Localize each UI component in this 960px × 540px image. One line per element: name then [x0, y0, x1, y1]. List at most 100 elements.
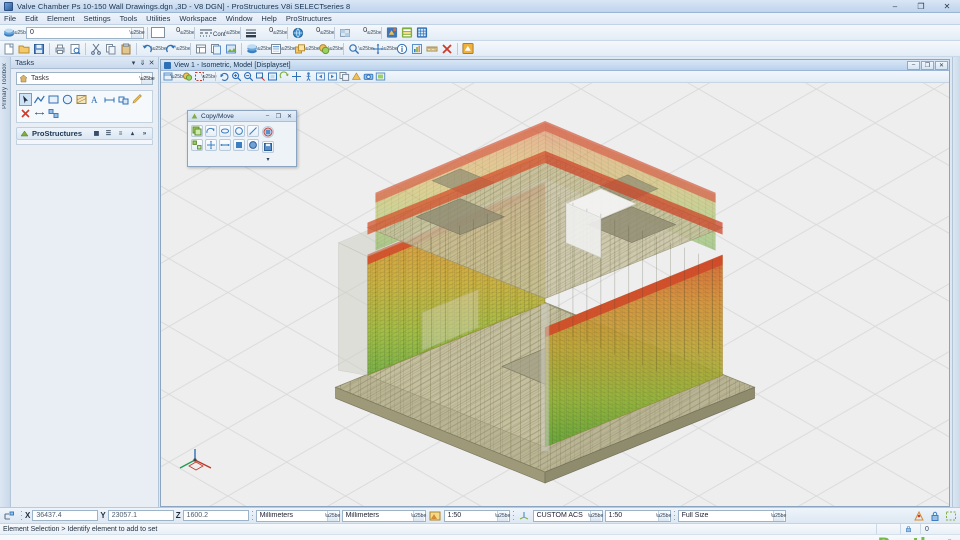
redo-caret[interactable]: \u25be	[175, 42, 190, 56]
zoom-in-icon[interactable]	[231, 71, 242, 82]
annotation-scale-icon[interactable]	[428, 509, 442, 523]
acs-scale-arrow[interactable]: \u25be	[656, 510, 671, 521]
rebar-tool-icon[interactable]	[415, 26, 429, 40]
line-style-icon[interactable]: Cont	[198, 26, 228, 40]
annotation-scale-combo[interactable]: 1:50 \u25be	[443, 509, 510, 522]
delete-icon[interactable]	[440, 42, 454, 56]
delete-copy-icon[interactable]	[262, 126, 274, 138]
level-symbology-caret[interactable]: \u25be	[13, 26, 28, 40]
view-detail-icon[interactable]: ≡	[116, 131, 125, 137]
view-clip-caret[interactable]: \u25be	[201, 71, 216, 82]
master-unit-arrow[interactable]: \u25be	[325, 510, 340, 521]
walk-view-icon[interactable]	[303, 71, 314, 82]
paste-icon[interactable]	[119, 42, 133, 56]
palette-maximize-button[interactable]: ❐	[273, 113, 284, 120]
palette-more-icon[interactable]: ▾	[266, 156, 269, 163]
color-caret[interactable]: \u25be	[179, 26, 194, 40]
mirror-tool-icon[interactable]	[233, 125, 245, 137]
rotate-view-icon[interactable]	[279, 71, 290, 82]
copy-icon[interactable]	[104, 42, 118, 56]
camera-icon[interactable]	[363, 71, 374, 82]
menu-item-settings[interactable]: Settings	[84, 14, 111, 23]
render-view-icon[interactable]	[351, 71, 362, 82]
place-circle-icon[interactable]	[61, 93, 74, 106]
view-next-icon[interactable]	[327, 71, 338, 82]
level-combo[interactable]: 0 \u25be	[26, 26, 145, 39]
menu-item-help[interactable]: Help	[261, 14, 276, 23]
line-style-caret[interactable]: \u25be	[225, 26, 240, 40]
view-list-icon[interactable]: ☰	[104, 130, 113, 137]
groups-icon[interactable]	[47, 107, 60, 120]
acs-combo-arrow[interactable]: \u25be	[588, 510, 603, 521]
acs-combo[interactable]: CUSTOM ACS \u25be	[532, 509, 603, 522]
coord-y-input[interactable]: 23057.1	[107, 510, 174, 521]
copy-tool-icon[interactable]	[191, 125, 203, 137]
analyze-icon[interactable]	[410, 42, 424, 56]
menu-item-tools[interactable]: Tools	[120, 14, 138, 23]
snap-mode-icon[interactable]	[912, 509, 926, 523]
menu-item-workspace[interactable]: Workspace	[179, 14, 216, 23]
rotate-tool-icon[interactable]	[219, 125, 231, 137]
menu-item-element[interactable]: Element	[47, 14, 75, 23]
fence-icon[interactable]	[944, 509, 958, 523]
locks-icon[interactable]	[928, 509, 942, 523]
level-manager-caret[interactable]: \u25be	[256, 42, 271, 56]
minimize-button[interactable]: –	[882, 0, 908, 13]
palette-minimize-button[interactable]: –	[262, 113, 273, 119]
coord-x-input[interactable]: 36437.4	[32, 510, 99, 521]
align-tool-icon[interactable]	[205, 139, 217, 151]
lock-status-cell[interactable]	[900, 523, 916, 535]
place-text-icon[interactable]: A	[89, 93, 102, 106]
menu-item-file[interactable]: File	[4, 14, 16, 23]
menu-item-prostructures[interactable]: ProStructures	[286, 14, 332, 23]
level-display-caret[interactable]: \u25be	[280, 42, 295, 56]
annotation-scale-arrow[interactable]: \u25be	[495, 510, 510, 521]
weight-caret[interactable]: \u25be	[272, 26, 287, 40]
copy-move-palette[interactable]: Copy/Move – ❐ ✕ ▾	[187, 110, 297, 167]
new-file-icon[interactable]	[2, 42, 16, 56]
place-smartline-icon[interactable]	[33, 93, 46, 106]
line-weight-icon[interactable]	[244, 26, 258, 40]
zoom-caret[interactable]: \u25be	[358, 42, 373, 56]
class-globe-icon[interactable]	[291, 26, 305, 40]
model-size-arrow[interactable]: \u25be	[771, 510, 786, 521]
raster-manager-icon[interactable]	[224, 42, 238, 56]
tasks-panel-menu-icon[interactable]: ▾	[129, 59, 138, 67]
select-tool-icon[interactable]	[247, 139, 259, 151]
level-combo-arrow[interactable]: \u25be	[129, 27, 145, 38]
stretch-tool-icon[interactable]	[219, 139, 231, 151]
info-icon[interactable]	[395, 42, 409, 56]
acs-lock-icon[interactable]	[2, 509, 16, 523]
coord-z-input[interactable]: 1600.2	[182, 510, 249, 521]
element-selection-icon[interactable]	[19, 93, 32, 106]
tasks-panel-pin-icon[interactable]: ⇓	[138, 59, 147, 67]
view-minimize-button[interactable]: –	[907, 60, 920, 70]
prostructures-section-header[interactable]: ProStructures ▦ ☰ ≡ ▴ »	[16, 127, 153, 140]
transparency-caret[interactable]: \u25be	[366, 26, 381, 40]
close-button[interactable]: ✕	[934, 0, 960, 13]
right-dock-strip[interactable]	[952, 57, 960, 507]
menu-item-utilities[interactable]: Utilities	[146, 14, 170, 23]
view-close-button[interactable]: ✕	[935, 60, 948, 70]
palette-close-button[interactable]: ✕	[284, 113, 295, 120]
move-tool-icon[interactable]	[205, 125, 217, 137]
menu-item-window[interactable]: Window	[226, 14, 253, 23]
pan-caret[interactable]: \u25be	[382, 42, 397, 56]
class-caret[interactable]: \u25be	[319, 26, 334, 40]
measure-icon[interactable]	[425, 42, 439, 56]
paste-copy-icon[interactable]	[262, 141, 274, 153]
menu-item-edit[interactable]: Edit	[25, 14, 38, 23]
tasks-panel-close-icon[interactable]: ✕	[147, 59, 156, 67]
update-view-icon[interactable]	[219, 71, 230, 82]
prosteel-tool-icon[interactable]	[385, 26, 399, 40]
place-shape-icon[interactable]	[47, 93, 60, 106]
delete-element-icon[interactable]	[19, 107, 32, 120]
manipulate-icon[interactable]	[117, 93, 130, 106]
display-styles-caret[interactable]: \u25be	[328, 42, 343, 56]
view-previous-icon[interactable]	[315, 71, 326, 82]
transparency-icon[interactable]	[338, 26, 352, 40]
prostructures-panel-icon[interactable]	[461, 42, 475, 56]
model-size-combo[interactable]: Full Size \u25be	[677, 509, 786, 522]
open-file-icon[interactable]	[17, 42, 31, 56]
color-swatch[interactable]	[151, 27, 165, 38]
